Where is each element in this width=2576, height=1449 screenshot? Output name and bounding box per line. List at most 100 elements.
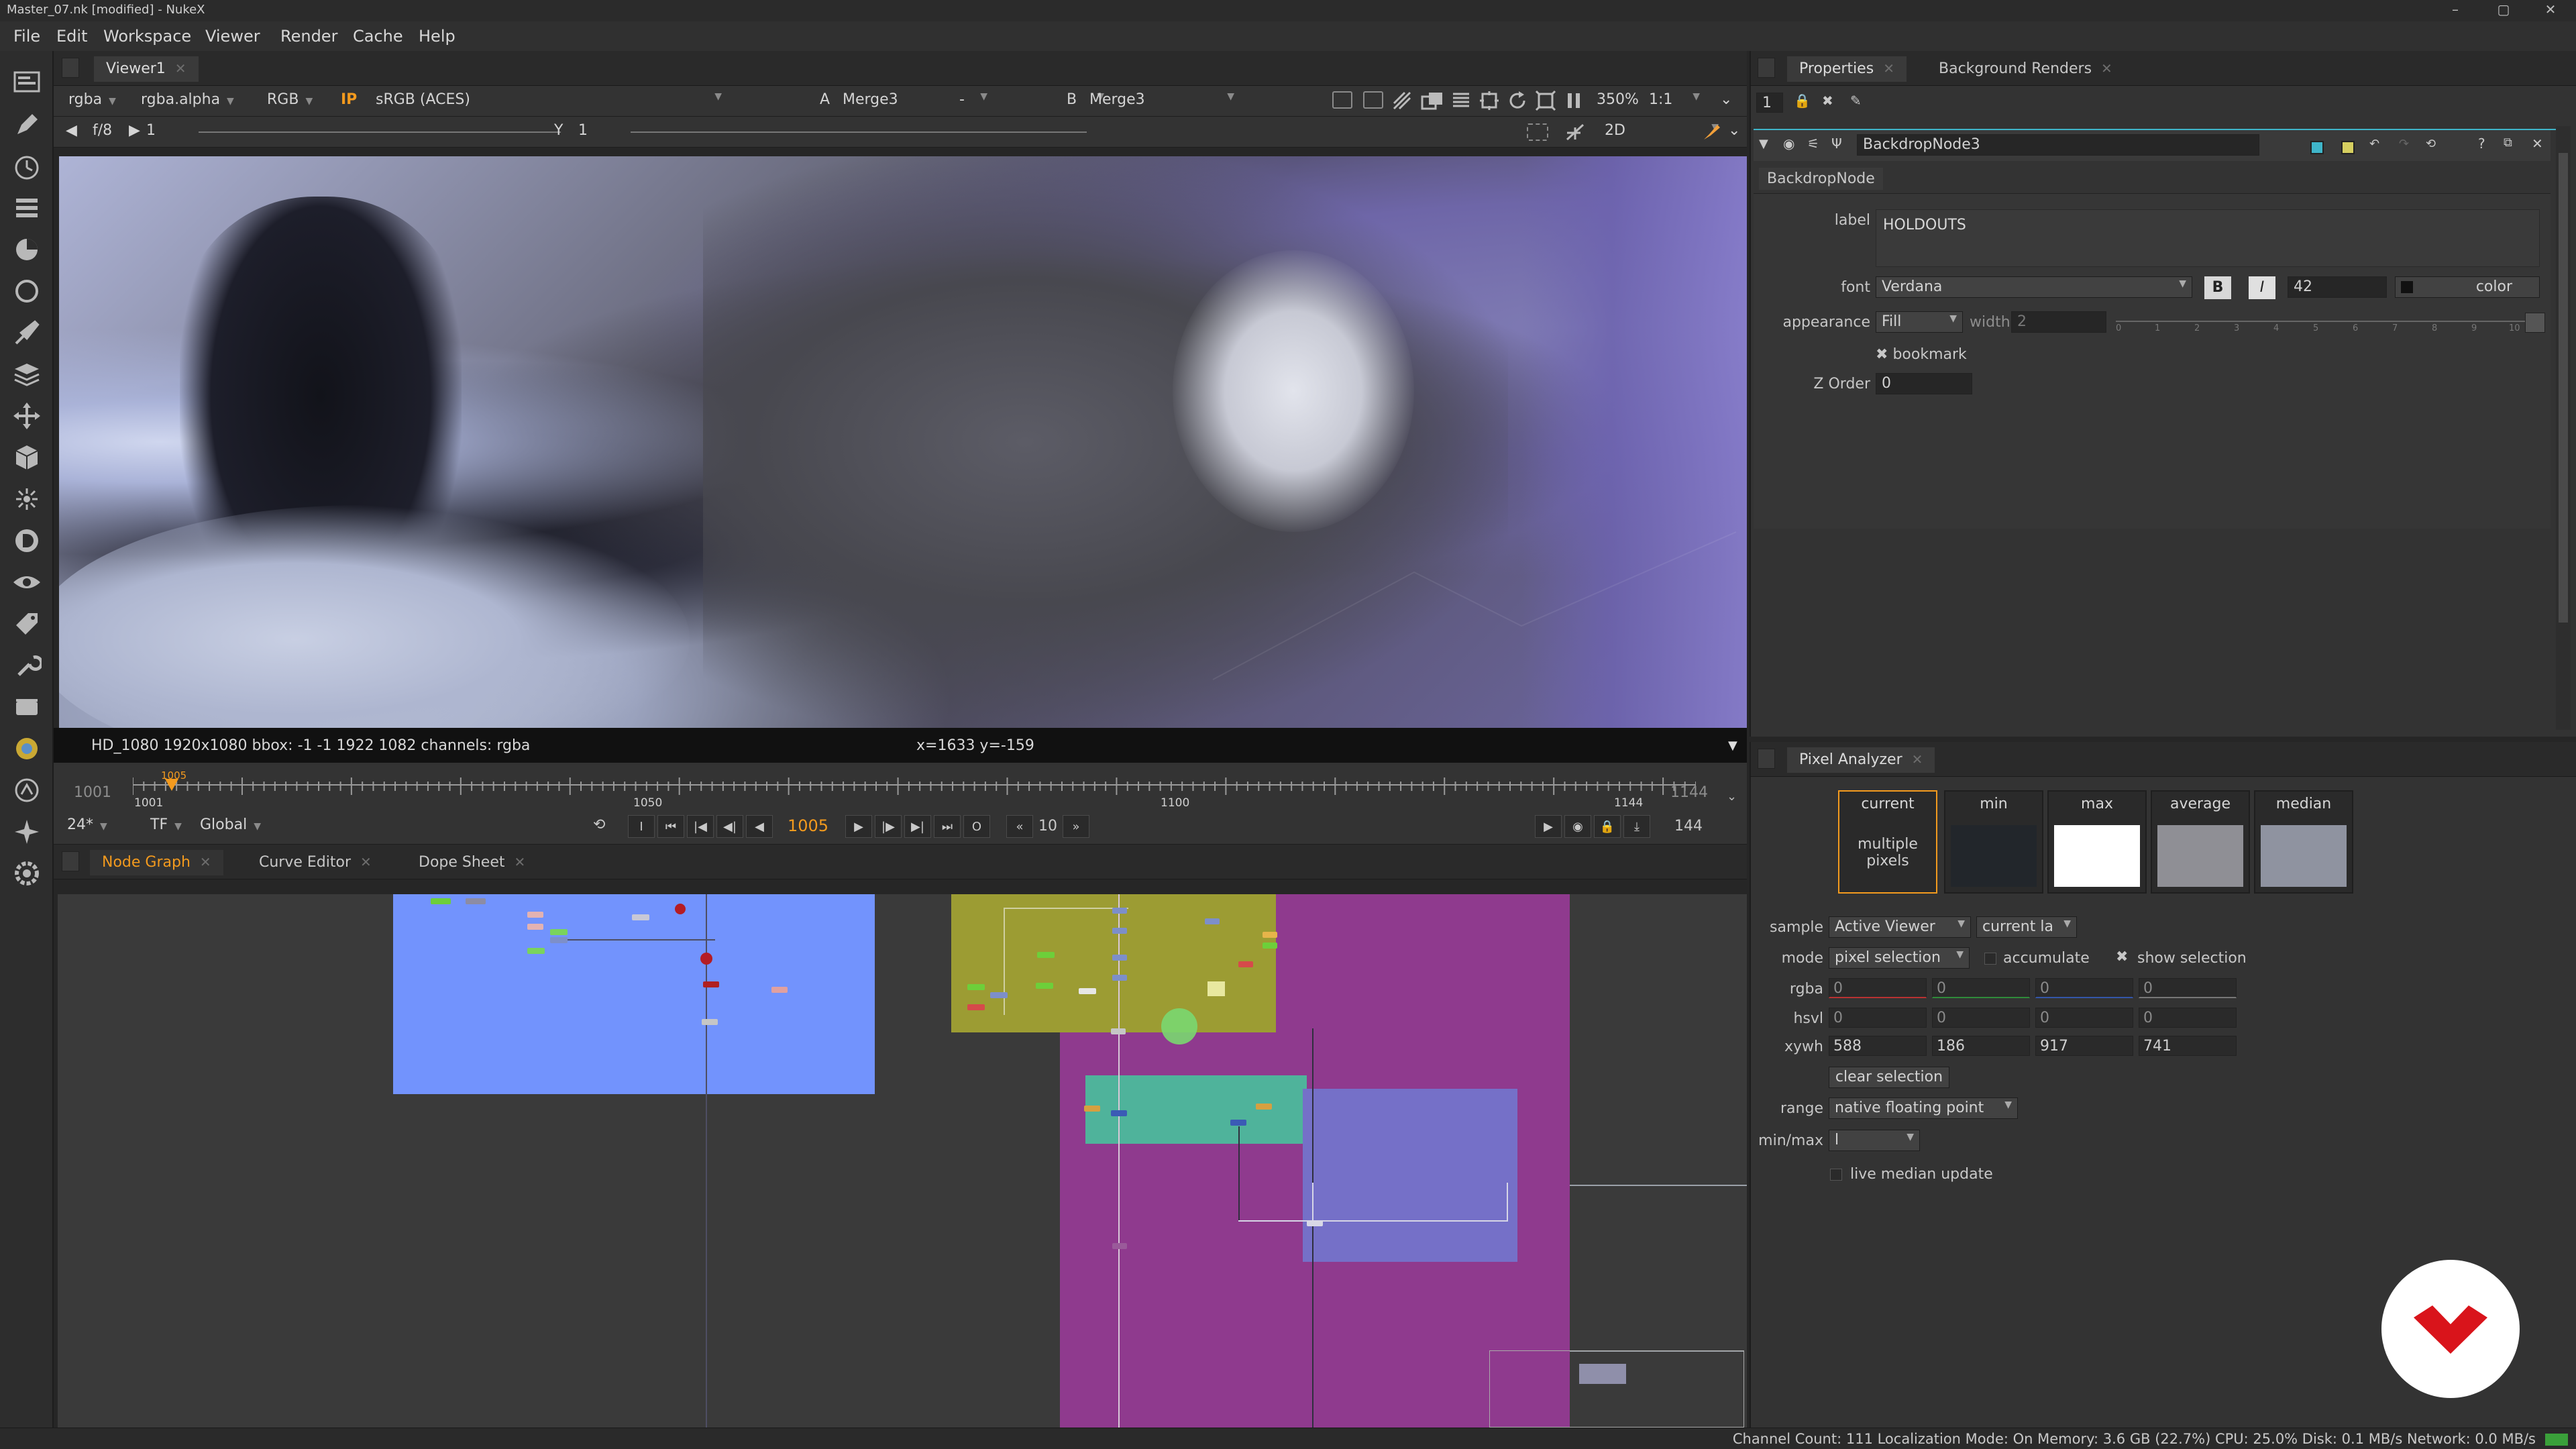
pixel-ratio-dropdown[interactable]: 1:1 ▼ bbox=[1649, 91, 1703, 111]
node[interactable] bbox=[527, 912, 543, 918]
node[interactable] bbox=[1111, 1110, 1127, 1116]
viewer-node-frame[interactable] bbox=[1489, 1350, 1744, 1428]
appearance-dropdown[interactable]: Fill ▼ bbox=[1876, 311, 1963, 333]
step-forward-icon[interactable]: |▶ bbox=[875, 815, 902, 838]
timeline-frame-dropdown[interactable]: TF ▼ bbox=[150, 816, 182, 837]
sample-dropdown[interactable]: Active Viewer ▼ bbox=[1829, 916, 1971, 938]
viewer-image[interactable] bbox=[59, 156, 1747, 728]
node[interactable] bbox=[702, 1019, 718, 1025]
display-channels-dropdown[interactable]: RGB ▼ bbox=[267, 91, 313, 111]
width-slider[interactable] bbox=[2116, 321, 2525, 322]
metadata-icon[interactable] bbox=[12, 609, 42, 639]
node[interactable] bbox=[1238, 961, 1253, 967]
viewer-settings-chevron-icon[interactable]: ⌄ bbox=[1720, 91, 1732, 111]
other-icon[interactable] bbox=[12, 692, 42, 722]
node[interactable] bbox=[1112, 955, 1127, 961]
bookmark-checkbox[interactable]: ✖ bookmark bbox=[1876, 346, 1967, 363]
goto-start-icon[interactable]: ⏮ bbox=[657, 815, 684, 838]
fps-dropdown[interactable]: 24* ▼ bbox=[67, 816, 107, 837]
flipbook-icon[interactable]: ▶ bbox=[1535, 815, 1562, 838]
tab-backdrop-node[interactable]: BackdropNode bbox=[1759, 168, 1883, 190]
node[interactable] bbox=[1112, 908, 1127, 914]
properties-scrollbar[interactable] bbox=[2556, 126, 2571, 730]
close-icon[interactable]: ✕ bbox=[2101, 60, 2112, 76]
proxy-icon[interactable] bbox=[1535, 90, 1556, 111]
mask-icon[interactable] bbox=[1391, 90, 1413, 111]
dot-node[interactable] bbox=[675, 904, 686, 914]
fstop-left-arrow-icon[interactable]: ◀ bbox=[66, 122, 77, 142]
input-b-dropdown[interactable]: Merge3 ▼ bbox=[1089, 91, 1237, 111]
skip-forward-icon[interactable]: » bbox=[1063, 815, 1089, 838]
accumulate-checkbox[interactable] bbox=[1984, 953, 1996, 965]
viewer-node[interactable] bbox=[1579, 1364, 1626, 1384]
out-frame[interactable]: 1144 bbox=[1670, 784, 1708, 801]
node[interactable] bbox=[1112, 1243, 1127, 1249]
collapse-icon[interactable]: ▼ bbox=[1759, 137, 1768, 151]
axis-icon[interactable] bbox=[1563, 121, 1587, 144]
filter-icon[interactable] bbox=[12, 276, 42, 306]
ocula-icon[interactable] bbox=[12, 775, 42, 805]
merge-icon[interactable] bbox=[12, 360, 42, 389]
node[interactable] bbox=[1084, 1106, 1100, 1112]
gl-color-swatch[interactable] bbox=[2341, 141, 2355, 154]
transform-icon[interactable] bbox=[12, 401, 42, 431]
maximize-button[interactable]: ▢ bbox=[2490, 1, 2517, 20]
node[interactable] bbox=[1263, 943, 1277, 949]
node[interactable] bbox=[703, 981, 719, 987]
backdrop-lavender[interactable] bbox=[1303, 1089, 1517, 1262]
revert-icon[interactable]: ⟲ bbox=[2426, 137, 2436, 151]
close-icon[interactable]: ✕ bbox=[360, 854, 372, 870]
swatch-average[interactable]: average bbox=[2151, 790, 2250, 894]
tab-viewer1[interactable]: Viewer1 ✕ bbox=[94, 56, 199, 82]
node[interactable] bbox=[967, 1004, 985, 1010]
swatch-min[interactable]: min bbox=[1944, 790, 2043, 894]
scrollbar-thumb[interactable] bbox=[2559, 153, 2568, 623]
node[interactable] bbox=[1205, 918, 1220, 924]
tab-pixel-analyzer[interactable]: Pixel Analyzer ✕ bbox=[1787, 747, 1935, 773]
keyer-icon[interactable] bbox=[12, 318, 42, 347]
image-icon[interactable] bbox=[12, 67, 42, 97]
xywh-y[interactable]: 186 bbox=[1932, 1036, 2030, 1056]
xywh-h[interactable]: 741 bbox=[2139, 1036, 2237, 1056]
edit-icon[interactable]: ✎ bbox=[1850, 93, 1862, 109]
node[interactable] bbox=[550, 937, 568, 943]
prev-keyframe-icon[interactable]: |◀ bbox=[687, 815, 714, 838]
viewer-extra-chevron-icon[interactable]: ⌄ bbox=[1728, 122, 1740, 142]
skip-back-icon[interactable]: « bbox=[1006, 815, 1033, 838]
backdrop-olive[interactable] bbox=[951, 894, 1276, 1032]
loop-icon[interactable]: ⟲ bbox=[593, 816, 605, 833]
loop-mode-icon[interactable]: O bbox=[963, 815, 990, 838]
node-name-field[interactable]: BackdropNode3 bbox=[1857, 134, 2259, 156]
lock-panels-icon[interactable]: 🔒 bbox=[1794, 93, 1811, 109]
tab-dope-sheet[interactable]: Dope Sheet ✕ bbox=[407, 850, 537, 875]
menu-help[interactable]: Help bbox=[419, 27, 455, 46]
zorder-field[interactable]: 0 bbox=[1876, 373, 1972, 394]
channel-icon[interactable] bbox=[12, 193, 42, 223]
current-frame[interactable]: 1005 bbox=[788, 816, 828, 835]
draw-icon[interactable] bbox=[12, 110, 42, 140]
menu-workspace[interactable]: Workspace bbox=[103, 27, 191, 46]
live-median-checkbox[interactable] bbox=[1830, 1169, 1842, 1181]
menu-render[interactable]: Render bbox=[280, 27, 337, 46]
node[interactable] bbox=[1263, 932, 1277, 938]
timeline[interactable]: 1001 1005 1001 1050 1100 1144 1144 ⌄ bbox=[54, 763, 1747, 810]
play-forward-icon[interactable]: ▶ bbox=[845, 815, 872, 838]
lut-dropdown[interactable]: sRGB (ACES) ▼ bbox=[376, 91, 724, 111]
input-icon[interactable]: Ψ bbox=[1831, 136, 1842, 152]
show-selection-checkbox[interactable]: ✖ bbox=[2116, 949, 2128, 965]
deep-icon[interactable] bbox=[12, 526, 42, 555]
width-anim-button[interactable] bbox=[2525, 313, 2545, 333]
menu-edit[interactable]: Edit bbox=[56, 27, 87, 46]
clear-panels-icon[interactable]: ✖ bbox=[1822, 93, 1833, 109]
in-out-icon[interactable]: I bbox=[628, 815, 655, 838]
sample-layer-dropdown[interactable]: current la ▼ bbox=[1976, 916, 2077, 938]
bypass-icon[interactable]: ⚟ bbox=[1807, 136, 1819, 152]
capture-icon[interactable]: ◉ bbox=[1564, 815, 1591, 838]
info-expand-icon[interactable]: ▼ bbox=[1728, 739, 1737, 753]
xywh-x[interactable]: 588 bbox=[1829, 1036, 1927, 1056]
bold-toggle[interactable]: B bbox=[2204, 276, 2231, 299]
node[interactable] bbox=[1036, 983, 1053, 989]
cara-icon[interactable] bbox=[12, 817, 42, 847]
node[interactable] bbox=[990, 992, 1008, 998]
overlay-icon[interactable] bbox=[1421, 90, 1444, 111]
